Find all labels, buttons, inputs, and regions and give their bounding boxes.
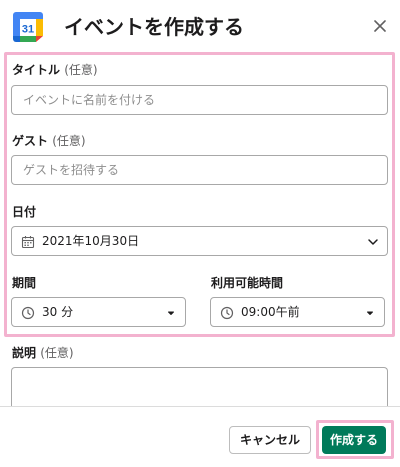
date-field-label: 日付 <box>12 204 36 220</box>
available-time-select[interactable]: 09:00午前 <box>210 297 385 327</box>
date-select[interactable]: 2021年10月30日 <box>11 226 388 256</box>
description-field-label: 説明 (任意) <box>12 345 74 361</box>
title-optional-text: (任意) <box>64 63 98 77</box>
title-placeholder: イベントに名前を付ける <box>23 93 156 107</box>
guest-optional-text: (任意) <box>52 134 86 148</box>
available-field-label: 利用可能時間 <box>211 275 283 291</box>
chevron-down-icon <box>367 311 373 315</box>
chevron-down-icon <box>368 239 378 245</box>
duration-label-text: 期間 <box>12 276 37 290</box>
footer-divider <box>0 406 400 407</box>
clock-icon <box>220 306 234 320</box>
google-calendar-icon: 31 <box>13 12 43 42</box>
guest-input[interactable]: ゲストを招待する <box>11 155 388 185</box>
available-label-text: 利用可能時間 <box>211 276 284 290</box>
date-label-text: 日付 <box>12 205 37 219</box>
close-icon[interactable] <box>370 16 390 36</box>
calendar-icon-day: 31 <box>22 24 34 36</box>
create-button[interactable]: 作成する <box>322 426 386 454</box>
description-textarea[interactable] <box>11 367 388 407</box>
title-input[interactable]: イベントに名前を付ける <box>11 85 388 115</box>
calendar-icon <box>21 236 35 249</box>
chevron-down-icon <box>168 311 174 315</box>
description-optional-text: (任意) <box>40 346 74 360</box>
cancel-button[interactable]: キャンセル <box>229 426 311 454</box>
dialog-header: 31 イベントを作成する <box>0 0 400 54</box>
description-label-text: 説明 <box>12 346 37 360</box>
clock-icon <box>21 306 35 320</box>
title-field-label: タイトル (任意) <box>12 62 98 78</box>
available-time-value: 09:00午前 <box>241 305 300 319</box>
duration-select[interactable]: 30 分 <box>11 297 186 327</box>
duration-value: 30 分 <box>42 305 74 319</box>
title-label-text: タイトル <box>12 63 61 77</box>
dialog-title: イベントを作成する <box>64 15 244 39</box>
guest-field-label: ゲスト (任意) <box>12 133 86 149</box>
date-value: 2021年10月30日 <box>42 234 140 248</box>
guest-label-text: ゲスト <box>12 134 49 148</box>
duration-field-label: 期間 <box>12 275 36 291</box>
guest-placeholder: ゲストを招待する <box>23 163 120 177</box>
